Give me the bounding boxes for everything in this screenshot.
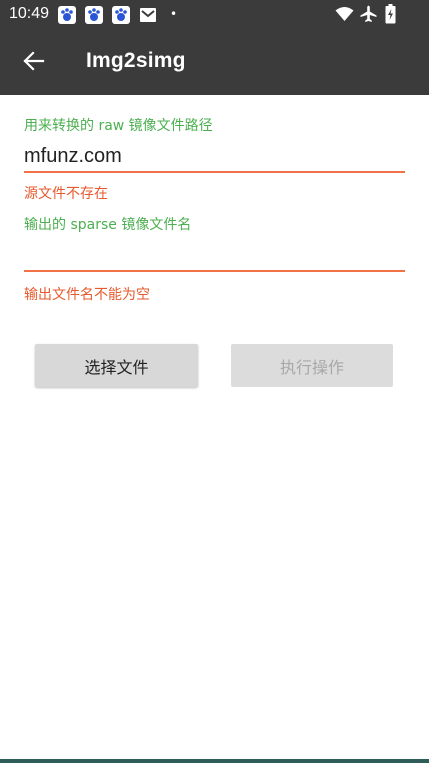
battery-charging-icon: [385, 4, 396, 24]
source-path-label: 用来转换的 raw 镜像文件路径: [24, 118, 213, 134]
notification-dot: •: [170, 7, 178, 21]
page-title: Img2simg: [86, 49, 186, 72]
source-path-error: 源文件不存在: [24, 186, 108, 202]
select-file-button[interactable]: 选择文件: [35, 344, 198, 387]
source-path-input[interactable]: [24, 141, 405, 173]
status-time: 10:49: [9, 5, 50, 22]
output-name-input[interactable]: [24, 240, 405, 272]
mail-icon: [140, 8, 156, 22]
baidu-paw-icon: [58, 6, 76, 24]
execute-button[interactable]: 执行操作: [231, 344, 393, 387]
app-bar: Img2simg: [0, 30, 429, 95]
wifi-icon: [335, 7, 354, 21]
output-name-error: 输出文件名不能为空: [24, 287, 150, 303]
output-name-label: 输出的 sparse 镜像文件名: [24, 217, 192, 233]
status-bar: 10:49 •: [0, 0, 429, 30]
baidu-paw-icon: [85, 6, 103, 24]
arrow-left-icon: [23, 51, 45, 71]
back-button[interactable]: [14, 44, 54, 80]
bottom-edge: [0, 759, 429, 763]
baidu-paw-icon: [112, 6, 130, 24]
airplane-icon: [360, 5, 377, 22]
